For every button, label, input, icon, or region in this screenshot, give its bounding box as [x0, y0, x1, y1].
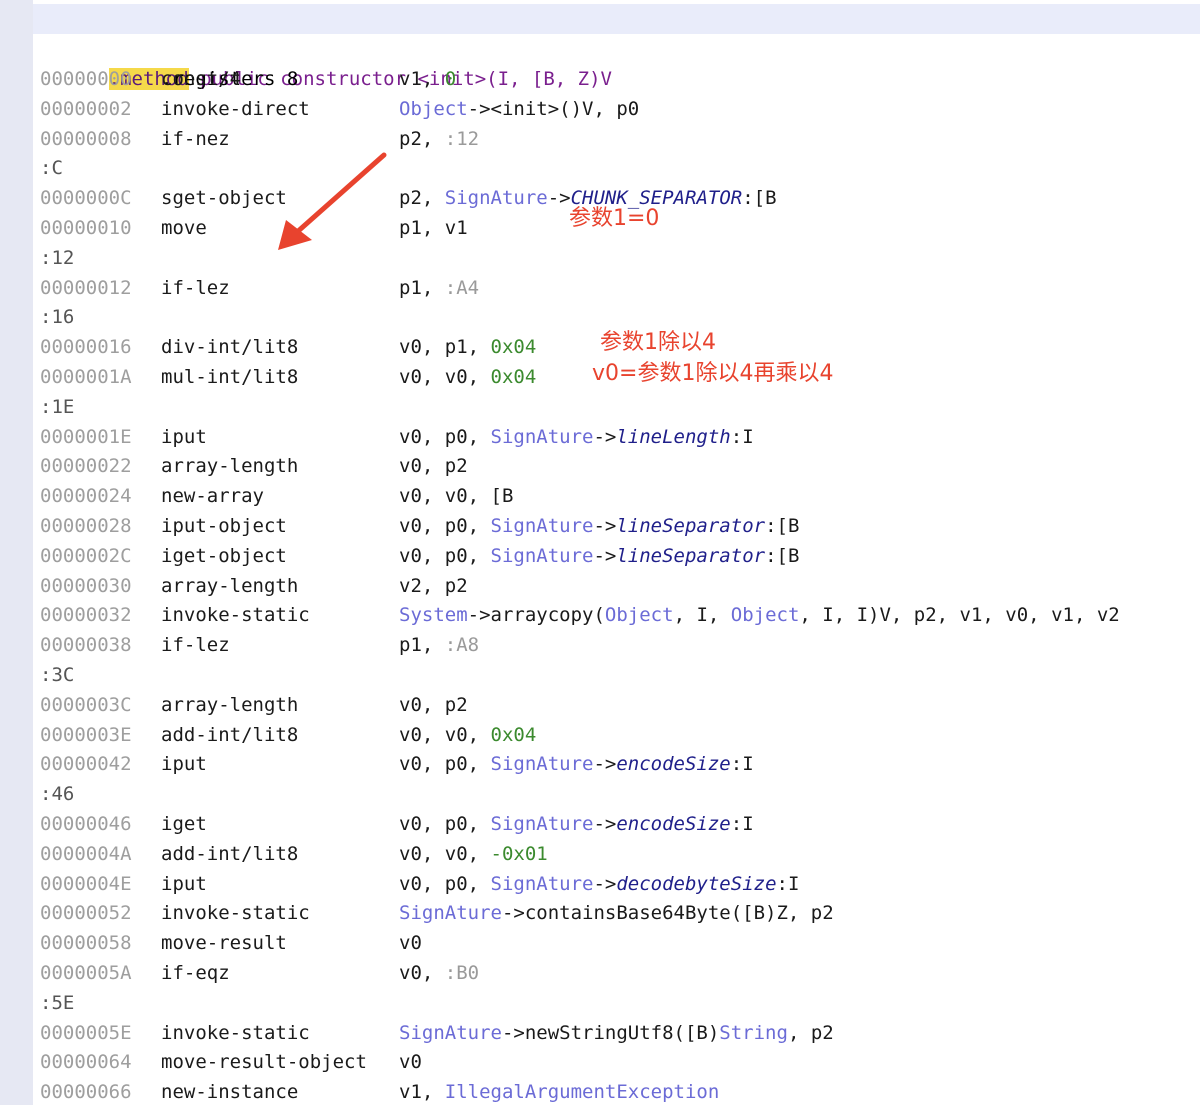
annotation-arrow-icon	[278, 152, 387, 250]
